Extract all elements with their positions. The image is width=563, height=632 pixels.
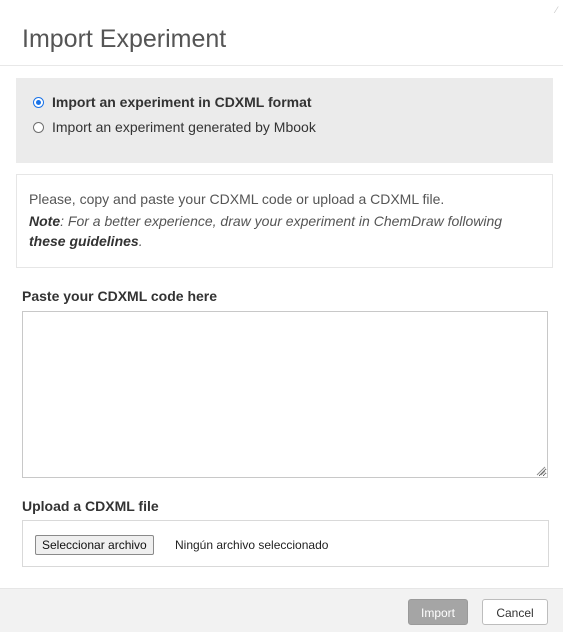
dialog-header: Import Experiment ⁄ (0, 0, 563, 66)
guidelines-note: Note: For a better experience, draw your… (29, 211, 519, 251)
dialog-title: Import Experiment (22, 25, 227, 53)
cancel-button[interactable]: Cancel (482, 599, 548, 625)
note-label: Note (29, 213, 61, 229)
instructions-box: Please, copy and paste your CDXML code o… (16, 174, 553, 268)
import-experiment-dialog: Import Experiment ⁄ Import an experiment… (0, 0, 563, 632)
cdxml-code-textarea[interactable] (22, 311, 548, 478)
radio-option-mbook[interactable]: Import an experiment generated by Mbook (33, 118, 316, 136)
close-icon[interactable]: ⁄ (555, 6, 557, 16)
radio-checked-icon[interactable] (33, 96, 44, 108)
note-end: . (138, 233, 143, 249)
radio-option-mbook-label[interactable]: Import an experiment generated by Mbook (52, 118, 316, 136)
radio-option-cdxml[interactable]: Import an experiment in CDXML format (33, 93, 312, 111)
file-upload-box: Seleccionar archivo Ningún archivo selec… (22, 520, 549, 567)
choose-file-button[interactable]: Seleccionar archivo (35, 535, 154, 555)
paste-cdxml-label: Paste your CDXML code here (22, 288, 218, 304)
radio-unchecked-icon[interactable] (33, 121, 44, 133)
guidelines-link[interactable]: these guidelines (29, 233, 139, 249)
note-text: : For a better experience, draw your exp… (60, 213, 503, 229)
radio-option-cdxml-label[interactable]: Import an experiment in CDXML format (52, 93, 312, 111)
upload-cdxml-label: Upload a CDXML file (22, 498, 159, 514)
import-button[interactable]: Import (408, 599, 468, 625)
dialog-footer: Import Cancel (0, 588, 563, 632)
file-status-text: Ningún archivo seleccionado (175, 538, 329, 552)
instructions-text: Please, copy and paste your CDXML code o… (29, 191, 445, 207)
format-options-panel: Import an experiment in CDXML format Imp… (16, 78, 553, 163)
